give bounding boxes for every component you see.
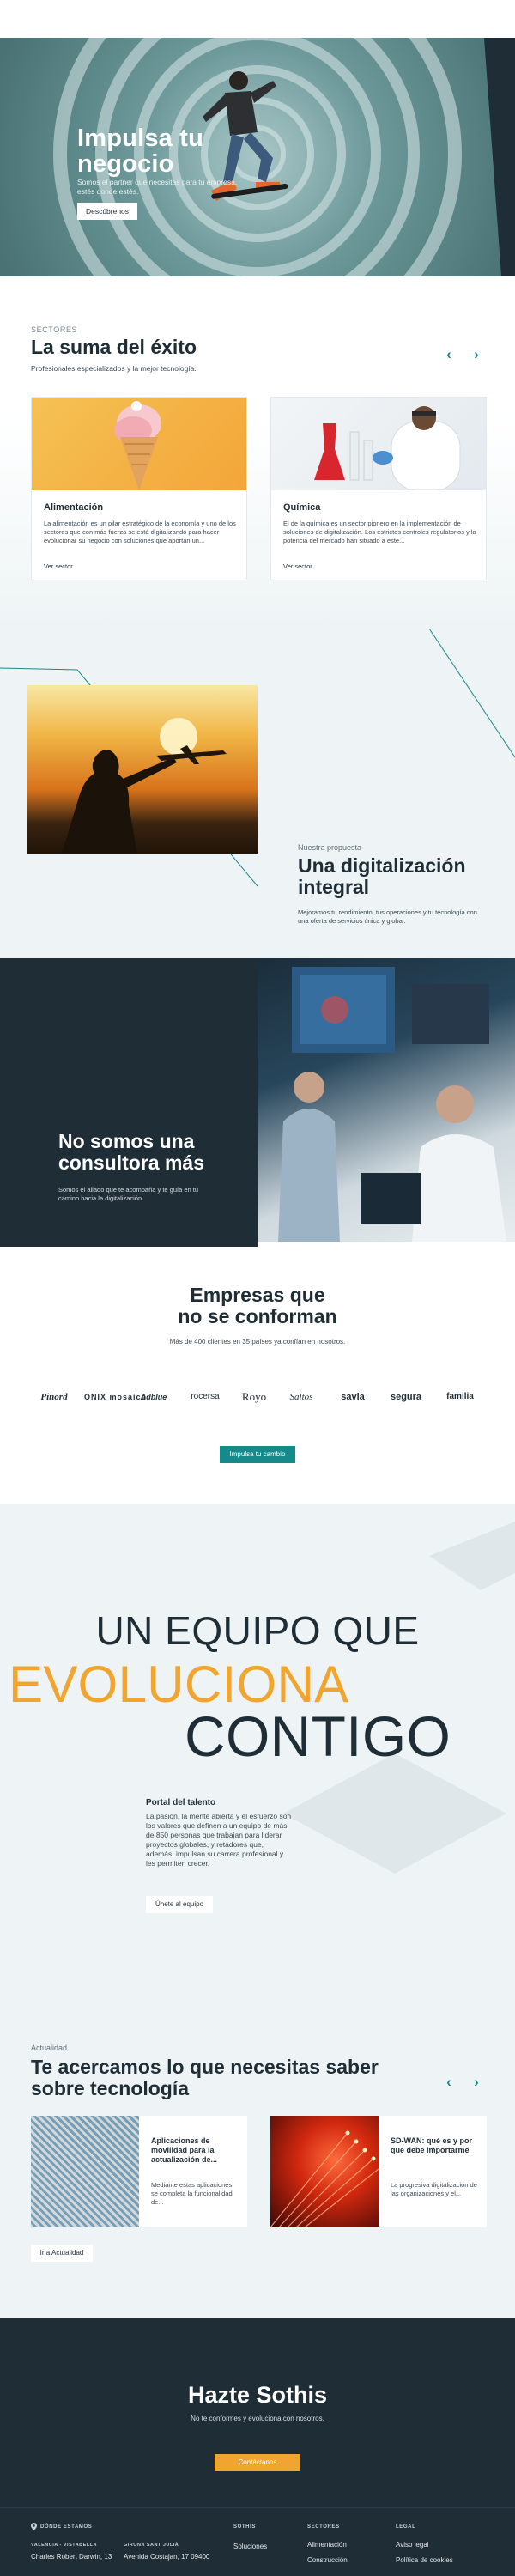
client-logo: familia: [446, 1392, 474, 1401]
sector-card-title: Química: [283, 502, 321, 513]
sectors-eyebrow: SECTORES: [31, 325, 78, 334]
clients-title-line1: Empresas que: [190, 1284, 325, 1306]
view-sector-link[interactable]: Ver sector: [44, 562, 73, 570]
sunset-girl-image: [27, 685, 258, 854]
footer-link[interactable]: Alimentación: [307, 2541, 347, 2549]
join-team-button[interactable]: Únete al equipo: [146, 1896, 213, 1913]
news-card-text: Mediante estas aplicaciones se completa …: [151, 2181, 233, 2206]
cta-section: Hazte Sothis No te conformes y evolucion…: [0, 2318, 515, 2507]
office-illustration: [278, 967, 506, 1242]
cta-title: Hazte Sothis: [187, 2382, 328, 2408]
pin-icon: [31, 2523, 37, 2530]
chevron-right-icon[interactable]: ›: [469, 347, 484, 362]
footer-location-heading: DÓNDE ESTAMOS: [40, 2524, 93, 2530]
news-card[interactable]: Aplicaciones de movilidad para la actual…: [31, 2116, 247, 2227]
clients-cta-button[interactable]: Impulsa tu cambio: [220, 1446, 295, 1463]
fiber-optics-image: [270, 2116, 379, 2227]
client-logo: ONIX mosaico: [84, 1393, 148, 1401]
footer-link[interactable]: Construcción: [307, 2556, 348, 2564]
cta-subtitle: No te conformes y evoluciona con nosotro…: [191, 2415, 324, 2422]
clients-title-line2: no se conforman: [178, 1305, 337, 1327]
news-section: Actualidad Te acercamos lo que necesitas…: [0, 1985, 515, 2318]
talent-portal-title: Portal del talento: [146, 1798, 216, 1807]
abstract-pattern-image: [31, 2116, 139, 2227]
footer-col-heading: SECTORES: [307, 2524, 340, 2530]
clients-section: Empresas que no se conforman Más de 400 …: [0, 1247, 515, 1504]
sectors-section: SECTORES La suma del éxito Profesionales…: [0, 276, 515, 629]
lab-illustration: [314, 406, 461, 490]
client-logo: segura: [390, 1392, 422, 1402]
sector-card[interactable]: Alimentación La alimentación es un pilar…: [31, 397, 247, 580]
chevron-left-icon[interactable]: ‹: [441, 2075, 457, 2090]
client-logo: Adblue: [140, 1393, 167, 1401]
news-title: Te acercamos lo que necesitas saber sobr…: [31, 2056, 379, 2099]
clients-title: Empresas que no se conforman: [0, 1285, 515, 1327]
go-to-news-button[interactable]: Ir a Actualidad: [31, 2245, 93, 2262]
ice-cream-illustration: [114, 401, 161, 490]
team-heading-line3: CONTIGO: [185, 1704, 451, 1768]
client-logo: Saltos: [289, 1392, 313, 1402]
proposal-section: Nuestra propuesta Una digitalización int…: [0, 629, 515, 958]
consultancy-text: Somos el aliado que te acompaña y te guí…: [58, 1186, 199, 1202]
consultancy-panel: [0, 958, 258, 1247]
team-section: UN EQUIPO QUE EVOLUCIONA CONTIGO Portal …: [0, 1504, 515, 1985]
view-sector-link[interactable]: Ver sector: [283, 562, 312, 570]
footer-link[interactable]: Aviso legal: [396, 2541, 429, 2549]
footer: DÓNDE ESTAMOS VALENCIA - VISTABELLA Char…: [0, 2507, 515, 2576]
hero-section: Impulsa tu negocio Somos el partner que …: [0, 0, 515, 276]
news-eyebrow: Actualidad: [31, 2044, 68, 2052]
client-logo: Pinord: [40, 1392, 68, 1402]
sector-card[interactable]: Química El de la química es un sector pi…: [270, 397, 487, 580]
fiber-illustration: [270, 2130, 379, 2227]
sector-card-text: La alimentación es un pilar estratégico …: [44, 519, 236, 544]
sunset-illustration: [62, 718, 227, 854]
sector-card-text: El de la química es un sector pionero en…: [283, 519, 476, 544]
news-card-title: Aplicaciones de movilidad para la actual…: [151, 2136, 218, 2164]
proposal-eyebrow: Nuestra propuesta: [298, 843, 362, 852]
news-card-title: SD-WAN: qué es y por qué debe importarme: [391, 2136, 473, 2154]
chevron-left-icon[interactable]: ‹: [441, 347, 457, 362]
client-logo: savia: [341, 1392, 365, 1402]
office-team-image: [258, 958, 515, 1242]
chevron-right-icon[interactable]: ›: [469, 2075, 484, 2090]
hero-title: Impulsa tu negocio: [77, 125, 204, 178]
proposal-text: Mejoramos tu rendimiento, tus operacione…: [298, 908, 477, 925]
proposal-title: Una digitalización integral: [298, 854, 466, 898]
sectors-subtitle: Profesionales especializados y la mejor …: [31, 364, 197, 373]
client-logo: Royo: [241, 1390, 267, 1403]
consultancy-title: No somos una consultora más: [58, 1130, 204, 1174]
client-logo: rocersa: [191, 1392, 220, 1401]
hero-corner-decoration: [484, 38, 515, 276]
hero-subtitle: Somos el partner que necesitas para tu e…: [77, 178, 238, 196]
sector-card-title: Alimentación: [44, 502, 104, 513]
footer-col-heading: LEGAL: [396, 2524, 416, 2530]
footer-office-address: Avenida Costajan, 17 09400: [124, 2553, 210, 2561]
footer-link[interactable]: Política de cookies: [396, 2556, 453, 2564]
footer-link[interactable]: Soluciones: [233, 2543, 267, 2550]
team-heading-line1: UN EQUIPO QUE: [95, 1608, 420, 1653]
footer-office-label: GIRONA SANT JULIÀ: [124, 2543, 179, 2548]
sectors-title: La suma del éxito: [31, 336, 197, 358]
footer-office-address: Charles Robert Darwin, 13: [31, 2553, 112, 2561]
hero-cta-button[interactable]: Descúbrenos: [77, 203, 137, 220]
consultancy-section: No somos una consultora más Somos el ali…: [0, 958, 515, 1247]
chemistry-lab-image: [271, 398, 486, 490]
clients-subtitle: Más de 400 clientes en 35 países ya conf…: [169, 1338, 346, 1346]
footer-office-label: VALENCIA - VISTABELLA: [31, 2543, 98, 2548]
footer-col-heading: SOTHIS: [233, 2524, 256, 2530]
talent-portal-text: La pasión, la mente abierta y el esfuerz…: [146, 1812, 292, 1868]
news-card-text: La progresiva digitalización de las orga…: [391, 2181, 477, 2197]
contact-button[interactable]: Contáctanos: [215, 2454, 300, 2471]
news-card[interactable]: SD-WAN: qué es y por qué debe importarme…: [270, 2116, 487, 2227]
ice-cream-image: [32, 398, 246, 490]
